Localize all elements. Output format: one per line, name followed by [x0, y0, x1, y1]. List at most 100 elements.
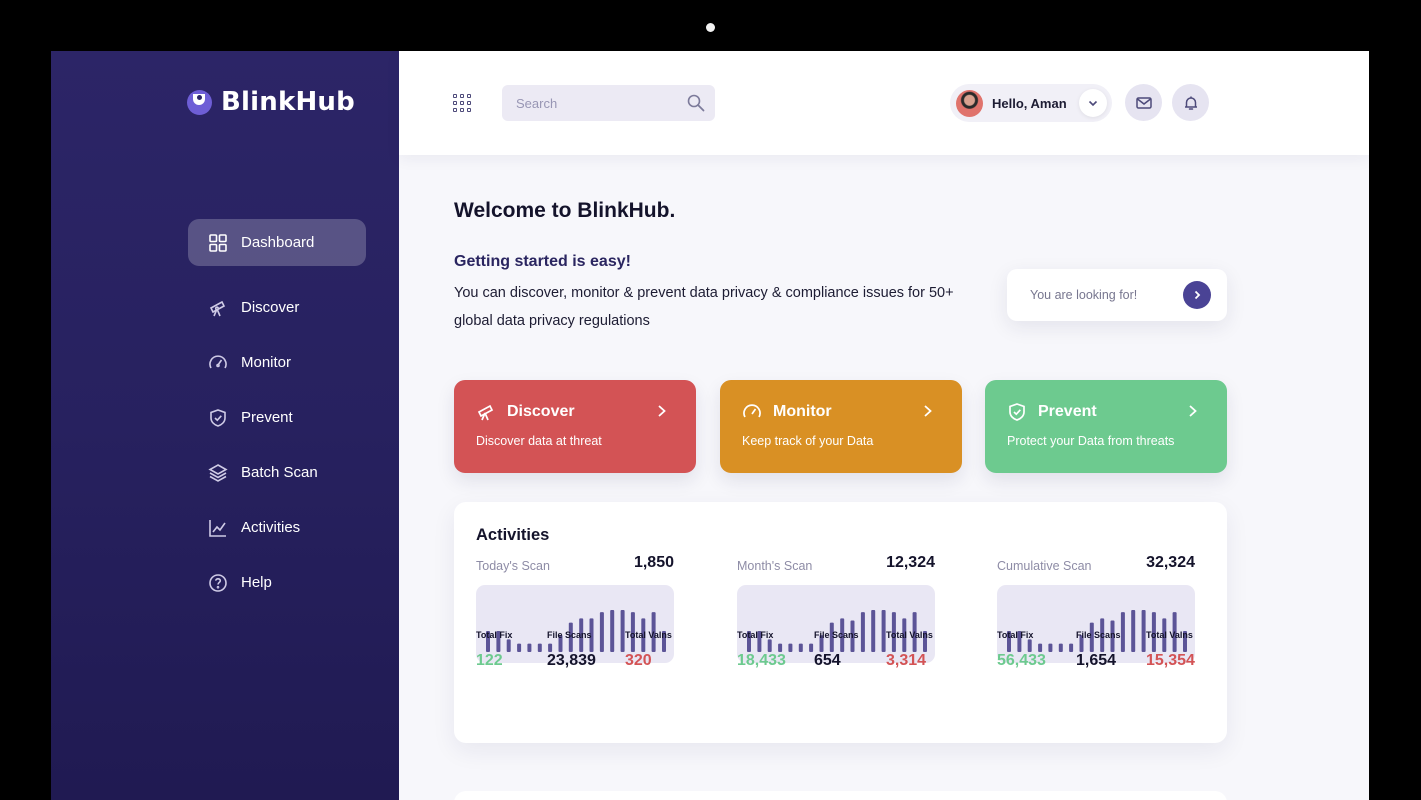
total-vulns-label: Total Valns	[886, 630, 933, 640]
topbar: Hello, Aman	[399, 51, 1369, 155]
sidebar-item-label: Dashboard	[241, 234, 315, 251]
help-circle-icon	[208, 573, 228, 593]
total-fix-label: Total Fix	[997, 630, 1034, 640]
chart-bar	[798, 643, 803, 652]
monitor-card[interactable]: Monitor Keep track of your Data	[720, 380, 962, 473]
avatar	[956, 89, 983, 117]
prevent-card[interactable]: Prevent Protect your Data from threats	[985, 380, 1227, 473]
chart-bar	[548, 643, 553, 652]
chart-bar	[1069, 643, 1074, 652]
chart-bar	[537, 643, 542, 652]
chart-bar	[599, 612, 604, 652]
stat-label: Cumulative Scan	[997, 559, 1092, 573]
user-menu[interactable]: Hello, Aman	[950, 84, 1112, 122]
sidebar-item-dashboard[interactable]: Dashboard	[188, 219, 366, 266]
sidebar-nav: Dashboard Discover Monitor Prevent Batch…	[188, 219, 366, 614]
looking-for-box[interactable]: You are looking for!	[1007, 269, 1227, 321]
chevron-down-icon	[1088, 100, 1098, 107]
chart-bar	[506, 639, 511, 652]
page-title: Welcome to BlinkHub.	[454, 199, 676, 222]
notifications-button[interactable]	[1172, 84, 1209, 121]
card-subtitle: Protect your Data from threats	[1007, 434, 1175, 448]
chart-bar	[1027, 639, 1032, 652]
total-vulns-label: Total Valns	[1146, 630, 1193, 640]
file-scans-value: 1,654	[1076, 652, 1117, 669]
mail-icon	[1135, 96, 1152, 109]
sidebar-item-label: Help	[241, 574, 272, 591]
sidebar-item-batch-scan[interactable]: Batch Scan	[188, 449, 366, 496]
logo[interactable]: BlinkHub	[187, 87, 355, 117]
card-title: Monitor	[773, 403, 832, 420]
chevron-right-icon	[658, 405, 666, 417]
sidebar-item-label: Batch Scan	[241, 464, 318, 481]
stat-value: 12,324	[886, 554, 935, 571]
chevron-right-icon	[1194, 290, 1201, 300]
laptop-bezel: BlinkHub Dashboard Discover Monitor Prev…	[0, 0, 1421, 800]
search-box	[502, 85, 715, 121]
sidebar-item-label: Prevent	[241, 409, 293, 426]
discover-card[interactable]: Discover Discover data at threat	[454, 380, 696, 473]
total-vulns-value: 15,354	[1146, 652, 1195, 669]
user-greeting: Hello, Aman	[992, 95, 1067, 111]
chart-line-icon	[208, 518, 228, 538]
chart-bar	[809, 643, 814, 652]
total-vulns-value: 320	[625, 652, 652, 669]
chevron-right-icon	[924, 405, 932, 417]
telescope-icon	[208, 298, 228, 318]
chart-bar	[767, 639, 772, 652]
stat-label: Month's Scan	[737, 559, 813, 573]
apps-grid-icon[interactable]	[453, 94, 471, 112]
card-title: Discover	[507, 403, 575, 420]
total-fix-label: Total Fix	[476, 630, 513, 640]
sidebar-item-label: Monitor	[241, 354, 292, 371]
chart-bar	[1058, 643, 1063, 652]
activities-title: Activities	[476, 526, 550, 544]
stat-value: 32,324	[1146, 554, 1195, 571]
screen: BlinkHub Dashboard Discover Monitor Prev…	[51, 51, 1369, 800]
user-menu-toggle[interactable]	[1079, 89, 1107, 117]
activities-panel: Activities Today's Scan 1,850 Month's Sc…	[454, 502, 1227, 743]
sidebar-item-label: Activities	[241, 519, 301, 536]
sidebar: BlinkHub Dashboard Discover Monitor Prev…	[51, 51, 399, 800]
search-icon[interactable]	[686, 93, 706, 113]
chevron-right-icon	[1189, 405, 1197, 417]
bell-icon	[1184, 96, 1197, 110]
sidebar-item-help[interactable]: Help	[188, 559, 366, 606]
chart-bar	[1131, 610, 1136, 652]
file-scans-label: File Scans	[547, 630, 592, 640]
stat-value: 1,850	[633, 554, 674, 571]
looking-for-label: You are looking for!	[1030, 288, 1138, 302]
sidebar-item-prevent[interactable]: Prevent	[188, 394, 366, 441]
sidebar-item-activities[interactable]: Activities	[188, 504, 366, 551]
chart-bar	[1038, 643, 1043, 652]
total-fix-value: 56,433	[997, 652, 1046, 669]
chart-bar	[1048, 643, 1053, 652]
total-fix-value: 18,433	[737, 652, 786, 669]
looking-for-go-button[interactable]	[1183, 281, 1211, 309]
sidebar-item-discover[interactable]: Discover	[188, 284, 366, 331]
file-scans-label: File Scans	[814, 630, 859, 640]
chart-bar	[871, 610, 876, 652]
next-panel	[454, 791, 1227, 800]
card-subtitle: Discover data at threat	[476, 434, 602, 448]
sidebar-item-label: Discover	[241, 299, 300, 316]
card-title: Prevent	[1038, 403, 1097, 420]
stat-label: Today's Scan	[476, 559, 550, 573]
logo-text: BlinkHub	[221, 87, 355, 117]
camera	[706, 23, 715, 32]
chart-bar	[527, 643, 532, 652]
chart-bar	[517, 643, 522, 652]
file-scans-value: 23,839	[547, 652, 596, 669]
search-input[interactable]	[502, 85, 662, 121]
file-scans-value: 654	[814, 652, 841, 669]
gauge-icon	[208, 353, 228, 373]
gauge-icon	[743, 404, 761, 418]
getting-started-heading: Getting started is easy!	[454, 253, 631, 270]
chart-bar	[620, 610, 625, 652]
mail-button[interactable]	[1125, 84, 1162, 121]
grid-icon	[208, 233, 228, 253]
layers-icon	[208, 463, 228, 483]
shield-check-icon	[208, 408, 228, 428]
logo-icon	[187, 89, 212, 115]
sidebar-item-monitor[interactable]: Monitor	[188, 339, 366, 386]
